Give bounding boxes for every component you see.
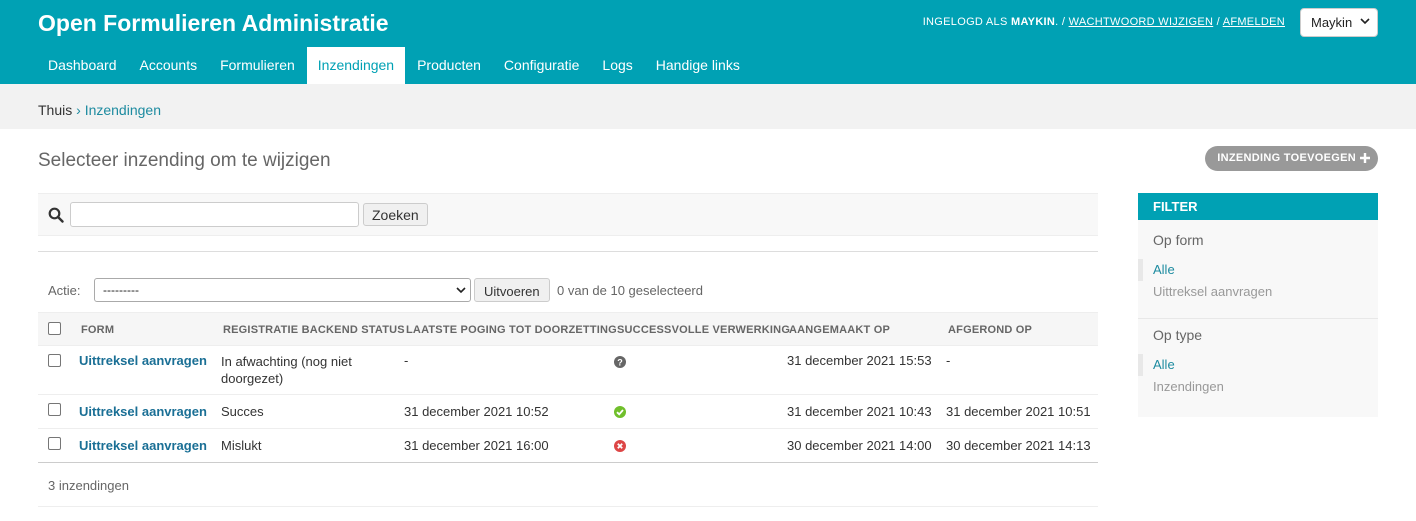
check-icon: [614, 406, 626, 418]
search-button[interactable]: Zoeken: [363, 203, 428, 226]
breadcrumb-current[interactable]: Inzendingen: [85, 102, 161, 118]
row-registration-status: Mislukt: [221, 438, 262, 453]
divider: [38, 251, 1098, 252]
result-count: 3 inzendingen: [48, 478, 129, 493]
row-created-on: 31 december 2021 15:53: [787, 353, 932, 368]
table-bottom-border: [38, 462, 1098, 463]
filter-title: FILTER: [1138, 193, 1378, 220]
selection-count: 0 van de 10 geselecteerd: [557, 283, 703, 298]
result-table: FORM REGISTRATIE BACKEND STATUS LAATSTE …: [38, 312, 1098, 463]
filter-choice-type-inzendingen[interactable]: Inzendingen: [1153, 379, 1224, 394]
nav-item-inzendingen[interactable]: Inzendingen: [306, 47, 406, 84]
search-toolbar: Zoeken: [38, 193, 1098, 236]
table-row: Uittreksel aanvragen In afwachting (nog …: [38, 346, 1098, 395]
action-select-value: ---------: [103, 283, 139, 297]
add-submission-button[interactable]: INZENDING TOEVOEGEN: [1205, 146, 1378, 171]
site-title[interactable]: Open Formulieren Administratie: [38, 10, 389, 37]
filter-heading-type: Op type: [1153, 327, 1203, 343]
username: MAYKIN: [1010, 16, 1056, 28]
nav-item-handige-links[interactable]: Handige links: [645, 47, 751, 84]
row-last-attempt: 31 december 2021 16:00: [404, 438, 549, 453]
row-last-attempt: 31 december 2021 10:52: [404, 404, 549, 419]
filter-divider: [1138, 318, 1378, 319]
actions-bar: Actie: --------- Uitvoeren 0 van de 10 g…: [38, 276, 1098, 304]
row-completed-on: -: [946, 353, 951, 368]
cross-icon: [614, 440, 626, 452]
column-header-created-on[interactable]: AANGEMAAKT OP: [789, 324, 890, 336]
search-icon: [48, 207, 64, 223]
row-checkbox[interactable]: [48, 403, 61, 416]
filter-heading-form: Op form: [1153, 232, 1204, 248]
nav-item-producten[interactable]: Producten: [406, 47, 492, 84]
user-select-value: Maykin: [1311, 15, 1353, 30]
row-completed-on: 30 december 2021 14:13: [946, 438, 1091, 453]
divider: [38, 506, 1098, 507]
row-checkbox[interactable]: [48, 354, 61, 367]
select-all-checkbox[interactable]: [48, 322, 61, 335]
row-checkbox[interactable]: [48, 437, 61, 450]
row-created-on: 31 december 2021 10:43: [787, 404, 932, 419]
breadcrumb-separator: ›: [76, 102, 81, 118]
chevron-down-icon: [456, 287, 466, 294]
run-action-button[interactable]: Uitvoeren: [474, 278, 550, 302]
table-row: Uittreksel aanvragen Succes 31 december …: [38, 395, 1098, 429]
plus-icon: [1360, 153, 1370, 163]
column-header-registration-status[interactable]: REGISTRATIE BACKEND STATUS: [223, 324, 405, 336]
action-label: Actie:: [48, 283, 81, 298]
chevron-down-icon: [1360, 18, 1370, 25]
user-select[interactable]: Maykin: [1300, 8, 1378, 37]
breadcrumb: Thuis › Inzendingen: [0, 84, 1416, 129]
row-registration-status: Succes: [221, 404, 264, 419]
nav-item-configuratie[interactable]: Configuratie: [493, 47, 591, 84]
table-row: Uittreksel aanvragen Mislukt 31 december…: [38, 429, 1098, 463]
search-input[interactable]: [70, 202, 359, 227]
change-password-link[interactable]: WACHTWOORD WIJZIGEN: [1069, 16, 1214, 28]
row-completed-on: 31 december 2021 10:51: [946, 404, 1091, 419]
table-header: FORM REGISTRATIE BACKEND STATUS LAATSTE …: [38, 312, 1098, 346]
filter-panel: FILTER Op form Alle Uittreksel aanvragen…: [1138, 193, 1378, 417]
logout-link[interactable]: AFMELDEN: [1223, 16, 1285, 28]
row-created-on: 30 december 2021 14:00: [787, 438, 932, 453]
question-icon: ?: [614, 356, 626, 368]
row-last-attempt: -: [404, 353, 409, 368]
row-form-link[interactable]: Uittreksel aanvragen: [79, 353, 207, 368]
user-tools: INGELOGD ALS MAYKIN. / WACHTWOORD WIJZIG…: [922, 16, 1285, 28]
filter-selected-marker: [1138, 354, 1143, 376]
logged-in-as-label: INGELOGD ALS: [922, 16, 1008, 28]
column-header-completed-on[interactable]: AFGEROND OP: [948, 324, 1032, 336]
header: Open Formulieren Administratie INGELOGD …: [0, 0, 1416, 84]
page-title: Selecteer inzending om te wijzigen: [38, 150, 331, 171]
filter-selected-marker: [1138, 259, 1143, 281]
svg-text:?: ?: [617, 358, 623, 368]
filter-choice-form-uittreksel[interactable]: Uittreksel aanvragen: [1153, 284, 1272, 299]
action-select[interactable]: ---------: [94, 278, 471, 302]
row-registration-status: In afwachting (nog niet doorgezet): [221, 354, 352, 386]
row-form-link[interactable]: Uittreksel aanvragen: [79, 404, 207, 419]
nav-item-logs[interactable]: Logs: [591, 47, 643, 84]
column-header-last-attempt[interactable]: LAATSTE POGING TOT DOORZETTING: [406, 324, 617, 336]
filter-choice-type-all[interactable]: Alle: [1153, 357, 1175, 372]
add-submission-label: INZENDING TOEVOEGEN: [1217, 152, 1356, 164]
filter-choice-form-all[interactable]: Alle: [1153, 262, 1175, 277]
main-nav: Dashboard Accounts Formulieren Inzending…: [37, 47, 752, 84]
column-header-successful-processing[interactable]: SUCCESSVOLLE VERWERKING: [617, 324, 790, 336]
nav-item-dashboard[interactable]: Dashboard: [37, 47, 128, 84]
nav-item-accounts[interactable]: Accounts: [129, 47, 209, 84]
breadcrumb-home[interactable]: Thuis: [38, 102, 72, 118]
nav-item-formulieren[interactable]: Formulieren: [209, 47, 306, 84]
row-form-link[interactable]: Uittreksel aanvragen: [79, 438, 207, 453]
column-header-form[interactable]: FORM: [81, 324, 114, 336]
